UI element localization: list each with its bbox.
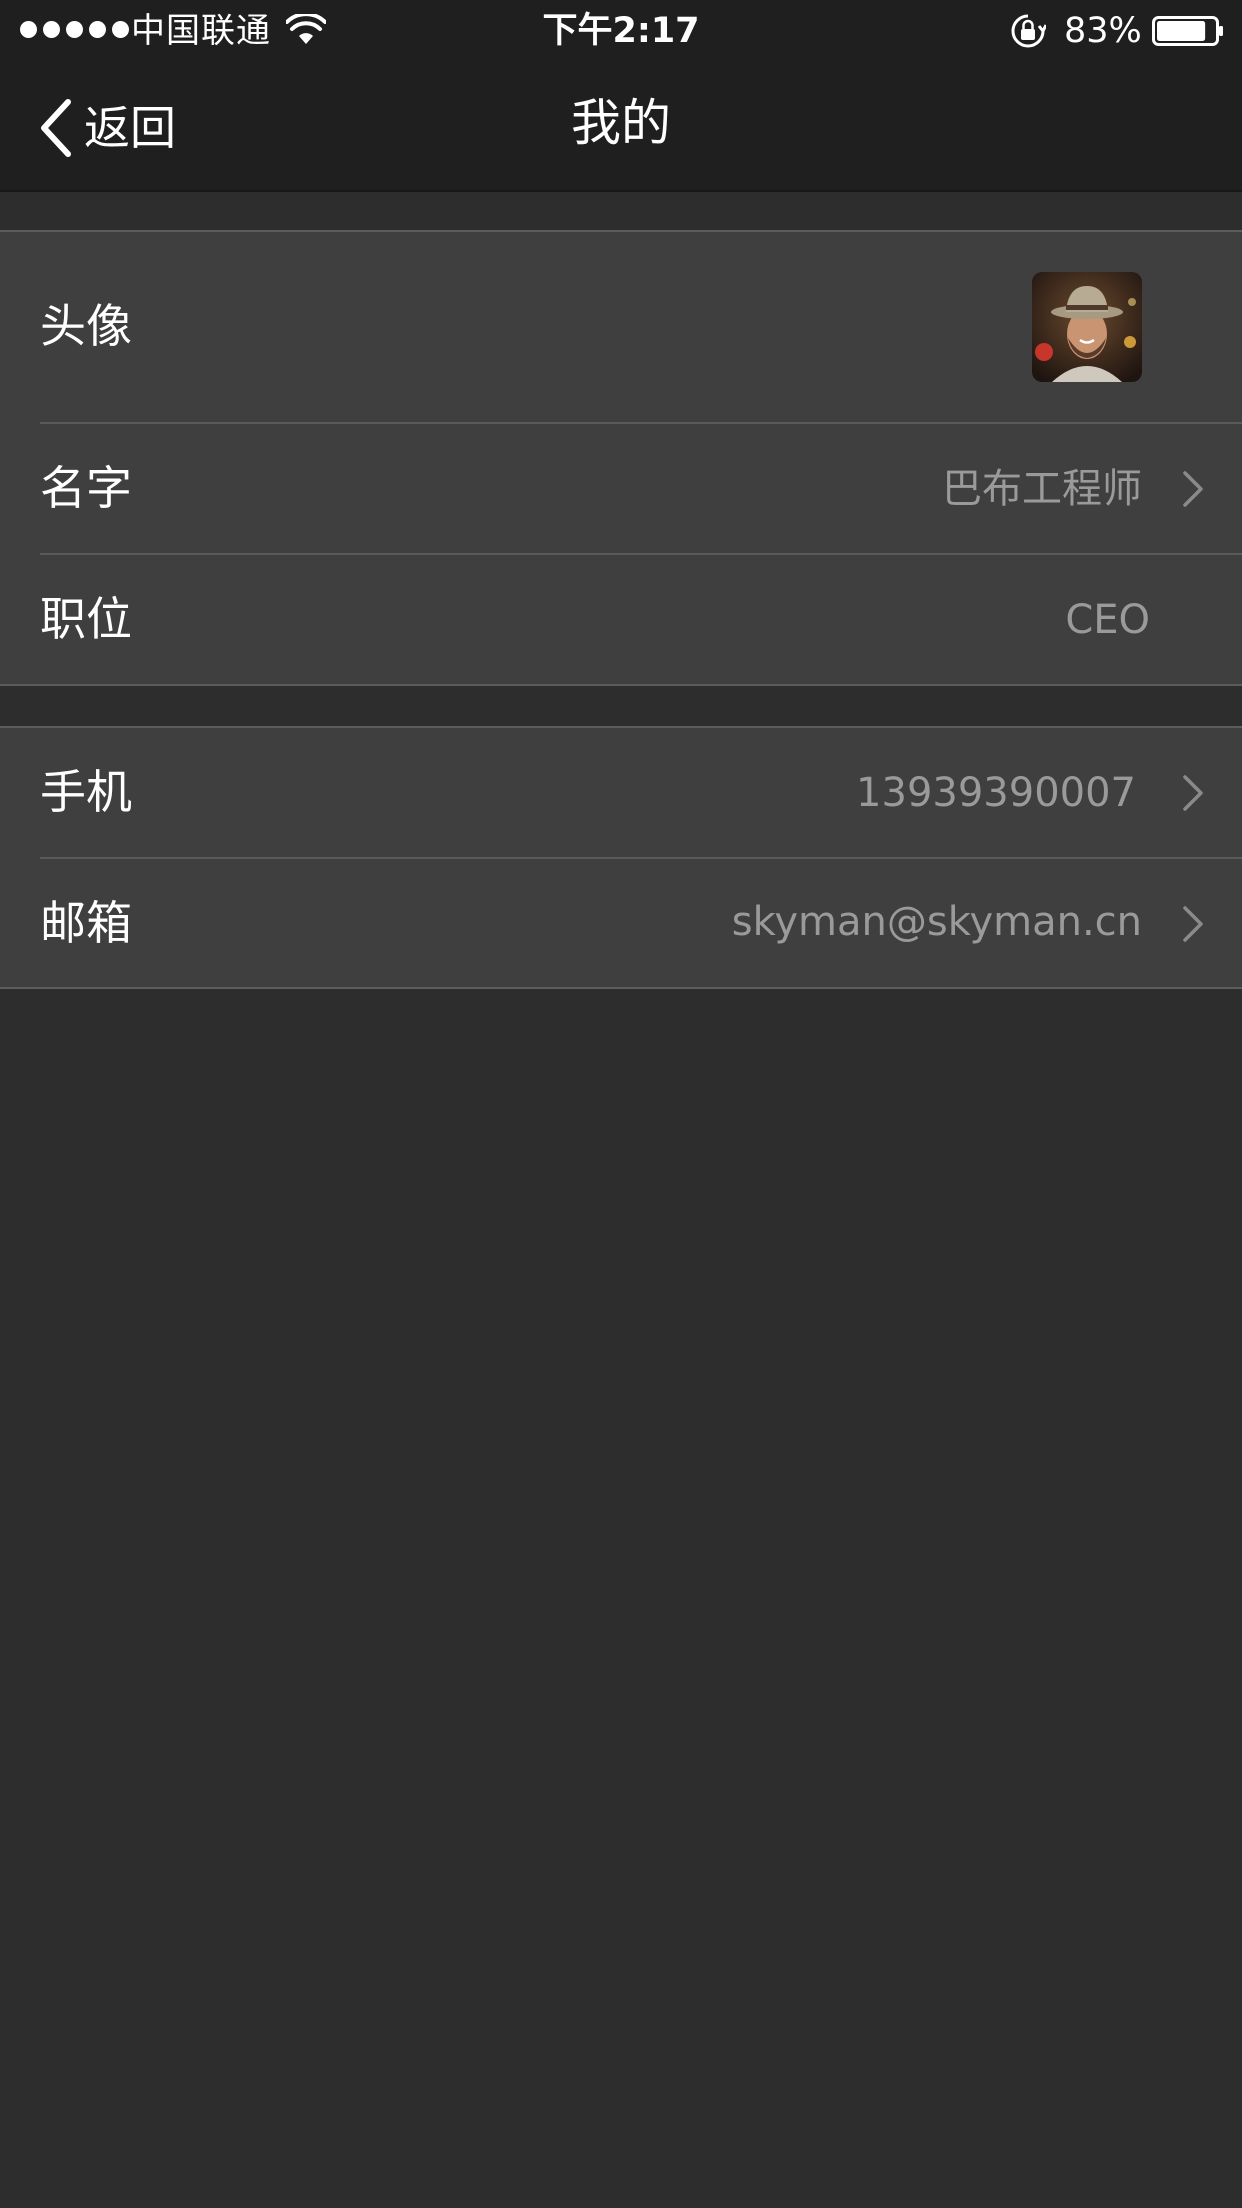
chevron-right-icon: [1183, 906, 1203, 942]
rotation-lock-icon: [1011, 14, 1046, 48]
status-bar: 中国联通 下午2:17 83%: [0, 0, 1242, 62]
page-title: 我的: [571, 94, 671, 152]
battery-percent: 83%: [1064, 11, 1142, 51]
phone-row[interactable]: 手机 13939390007: [0, 728, 1242, 859]
position-value: CEO: [1065, 597, 1150, 643]
chevron-right-icon: [1183, 775, 1203, 811]
avatar-row[interactable]: 头像: [0, 232, 1242, 424]
name-row[interactable]: 名字 巴布工程师: [0, 424, 1242, 555]
email-value: skyman@skyman.cn: [731, 899, 1142, 945]
battery-icon: [1152, 16, 1223, 46]
avatar[interactable]: [1032, 272, 1142, 382]
phone-row-label: 手机: [40, 765, 132, 819]
email-row[interactable]: 邮箱 skyman@skyman.cn: [0, 859, 1242, 987]
name-value: 巴布工程师: [942, 466, 1142, 512]
status-time: 下午2:17: [542, 11, 700, 51]
avatar-row-label: 头像: [40, 299, 132, 353]
contact-group: 手机 13939390007 邮箱 skyman@skyman.cn: [0, 726, 1242, 989]
chevron-right-icon: [1183, 471, 1203, 507]
position-row-label: 职位: [40, 592, 132, 646]
phone-value: 13939390007: [856, 770, 1136, 816]
position-row: 职位 CEO: [0, 555, 1242, 684]
name-row-label: 名字: [40, 461, 132, 515]
email-row-label: 邮箱: [40, 896, 132, 950]
profile-group: 头像 名字 巴布工程师 职位 CEO: [0, 230, 1242, 686]
